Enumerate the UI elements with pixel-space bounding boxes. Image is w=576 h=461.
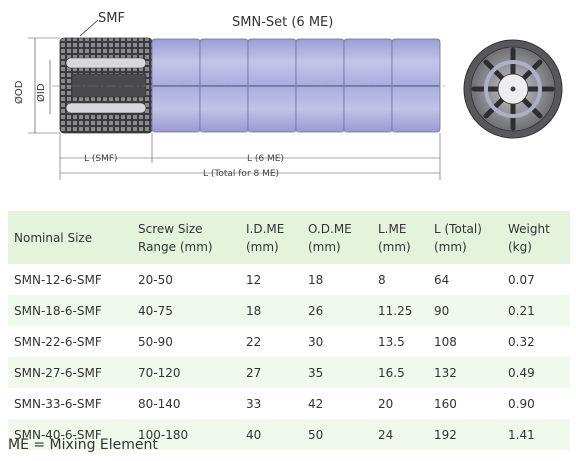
smf-label: SMF — [98, 11, 125, 26]
cell-l-total: 132 — [428, 357, 502, 388]
cell-od-me: 26 — [302, 295, 372, 326]
od-label: ØOD — [13, 80, 25, 104]
col-id-me: I.D.ME (mm) — [240, 211, 302, 264]
dim-total-label: L (Total for 8 ME) — [203, 169, 279, 179]
table-row: SMN-27-6-SMF 70-120 27 35 16.5 132 0.49 — [8, 357, 570, 388]
end-view — [463, 39, 563, 139]
cell-l-total: 64 — [434, 272, 450, 287]
cell-weight: 0.49 — [502, 357, 570, 388]
cell-od-me: 42 — [308, 396, 324, 411]
cell-weight: 0.90 — [508, 396, 535, 411]
cell-id-me: 22 — [246, 334, 262, 349]
smf-leader — [79, 19, 99, 37]
cell-l-me: 13.5 — [378, 334, 405, 349]
cell-screw-size: 50-90 — [138, 334, 173, 349]
table-row: SMN-33-6-SMF 80-140 33 42 20 160 0.90 — [8, 388, 570, 419]
technical-drawing: SMF SMN-Set (6 ME) ØOD ØID L (SMF) L (6 … — [13, 11, 563, 180]
table-row: SMN-18-6-SMF 40-75 18 26 11.25 90 0.21 — [8, 295, 570, 326]
cell-od-me: 50 — [302, 419, 372, 450]
col-weight: Weight (kg) — [502, 211, 570, 264]
smf-slot-top — [65, 57, 147, 69]
mixing-elements — [151, 38, 441, 133]
cell-l-total: 160 — [434, 396, 457, 411]
cell-l-total: 192 — [428, 419, 502, 450]
cell-id-me: 12 — [246, 272, 262, 287]
id-label: ØID — [35, 83, 47, 102]
cell-l-me: 24 — [372, 419, 428, 450]
cell-l-me: 11.25 — [372, 295, 428, 326]
cell-od-me: 35 — [302, 357, 372, 388]
cell-id-me: 40 — [240, 419, 302, 450]
dim-6me-label: L (6 ME) — [247, 154, 284, 164]
col-screw-size: Screw Size Range (mm) — [132, 211, 240, 264]
cell-nominal-size: SMN-18-6-SMF — [8, 295, 132, 326]
cell-l-me: 20 — [378, 396, 394, 411]
header-row: Nominal Size Screw Size Range (mm) I.D.ME… — [8, 211, 570, 264]
cell-weight: 0.07 — [508, 272, 535, 287]
smf-core — [71, 73, 147, 98]
cell-id-me: 27 — [240, 357, 302, 388]
cell-id-me: 33 — [246, 396, 262, 411]
col-od-me: O.D.ME (mm) — [302, 211, 372, 264]
set-label: SMN-Set (6 ME) — [232, 15, 333, 30]
cell-l-total: 108 — [434, 334, 457, 349]
col-l-total: L (Total) (mm) — [428, 211, 502, 264]
smf-slot-bottom — [65, 102, 147, 114]
cell-od-me: 18 — [308, 272, 324, 287]
spec-table: Nominal Size Screw Size Range (mm) I.D.ME… — [8, 211, 570, 450]
table-row: SMN-12-6-SMF 20-50 12 18 8 64 0.07 — [8, 264, 570, 295]
cell-nominal-size: SMN-12-6-SMF — [14, 272, 102, 287]
cell-screw-size: 80-140 — [138, 396, 181, 411]
cell-nominal-size: SMN-22-6-SMF — [14, 334, 102, 349]
cell-weight: 0.32 — [508, 334, 535, 349]
cell-weight: 0.21 — [502, 295, 570, 326]
col-l-me: L.ME (mm) — [372, 211, 428, 264]
cell-weight: 1.41 — [502, 419, 570, 450]
cell-screw-size: 40-75 — [132, 295, 240, 326]
cell-nominal-size: SMN-27-6-SMF — [8, 357, 132, 388]
cell-id-me: 18 — [240, 295, 302, 326]
cell-od-me: 30 — [308, 334, 324, 349]
cell-screw-size: 20-50 — [138, 272, 173, 287]
dim-smf-label: L (SMF) — [84, 154, 118, 164]
cell-l-me: 16.5 — [372, 357, 428, 388]
col-nominal-size: Nominal Size — [8, 211, 132, 264]
cell-l-total: 90 — [428, 295, 502, 326]
cell-screw-size: 70-120 — [132, 357, 240, 388]
cell-l-me: 8 — [378, 272, 386, 287]
cell-nominal-size: SMN-33-6-SMF — [14, 396, 102, 411]
footnote: ME = Mixing Element — [8, 437, 158, 453]
table-row: SMN-22-6-SMF 50-90 22 30 13.5 108 0.32 — [8, 326, 570, 357]
